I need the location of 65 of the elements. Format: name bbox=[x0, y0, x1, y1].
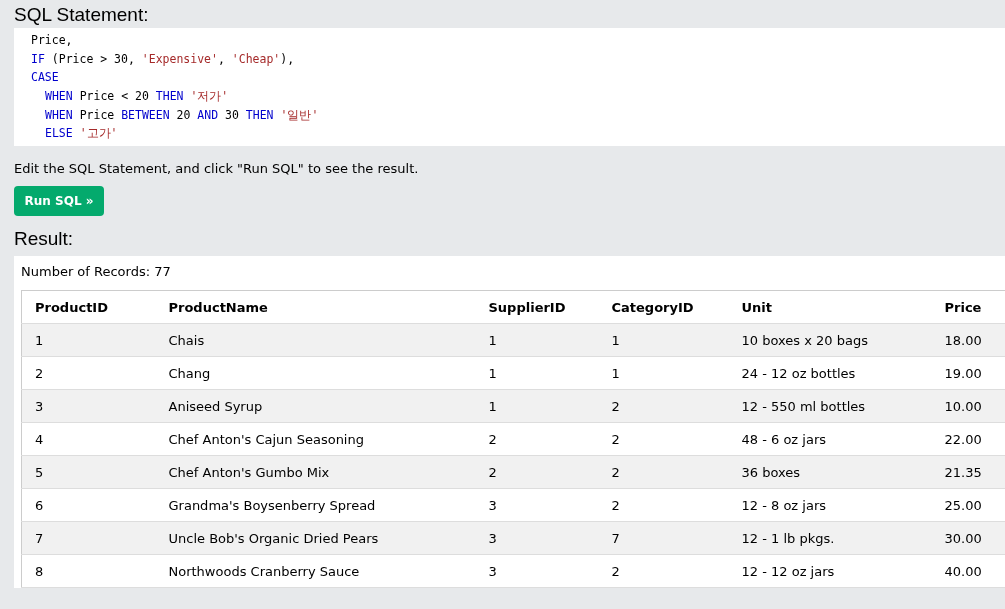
table-cell: 6 bbox=[21, 488, 156, 522]
sql-editor[interactable]: Price, IF (Price > 30, 'Expensive', 'Cheap'), CASE WHEN Price < 20 THEN '저가' WHEN Price BETWEEN 20 AND 30 THEN '일반' ELSE '고가' bbox=[14, 28, 1005, 147]
table-cell: 25.00 bbox=[931, 488, 1005, 522]
table-cell: Aniseed Syrup bbox=[155, 389, 476, 423]
table-cell: 1 bbox=[598, 323, 729, 357]
instruction-text: Edit the SQL Statement, and click "Run SQL" to see the result. bbox=[14, 160, 420, 179]
table-cell: 21.35 bbox=[931, 455, 1005, 489]
table-cell: 1 bbox=[475, 356, 599, 390]
table-cell: 3 bbox=[475, 521, 599, 555]
table-cell: 30.00 bbox=[931, 521, 1005, 555]
table-cell: Northwoods Cranberry Sauce bbox=[155, 554, 476, 588]
table-cell: Chang bbox=[155, 356, 476, 390]
code-line: ELSE '고가' bbox=[44, 125, 119, 143]
table-cell: 22.00 bbox=[931, 422, 1005, 456]
table-cell: 12 - 550 ml bottles bbox=[728, 389, 932, 423]
table-cell: 3 bbox=[475, 554, 599, 588]
table-cell: 12 - 1 lb pkgs. bbox=[728, 521, 932, 555]
table-cell: 7 bbox=[598, 521, 729, 555]
column-header: ProductName bbox=[155, 290, 476, 324]
table-cell: 12 - 8 oz jars bbox=[728, 488, 932, 522]
code-line: WHEN Price < 20 THEN '저가' bbox=[44, 88, 230, 106]
table-cell: 10 boxes x 20 bags bbox=[728, 323, 932, 357]
code-line: CASE bbox=[31, 69, 60, 87]
table-cell: 10.00 bbox=[931, 389, 1005, 423]
table-cell: 48 - 6 oz jars bbox=[728, 422, 932, 456]
table-cell: 36 boxes bbox=[728, 455, 932, 489]
record-count: Number of Records: 77 bbox=[21, 263, 172, 282]
table-cell: Uncle Bob's Organic Dried Pears bbox=[155, 521, 476, 555]
section-heading: SQL Statement: bbox=[14, 3, 150, 27]
table-cell: 2 bbox=[475, 455, 599, 489]
column-header: Price bbox=[931, 290, 1005, 324]
result-heading: Result: bbox=[14, 228, 75, 252]
table-cell: 4 bbox=[21, 422, 156, 456]
table-cell: 7 bbox=[21, 521, 156, 555]
table-cell: 5 bbox=[21, 455, 156, 489]
table-cell: 2 bbox=[598, 389, 729, 423]
table-cell: 18.00 bbox=[931, 323, 1005, 357]
column-header: CategoryID bbox=[598, 290, 729, 324]
table-cell: 1 bbox=[475, 389, 599, 423]
table-cell: 2 bbox=[598, 455, 729, 489]
table-cell: 12 - 12 oz jars bbox=[728, 554, 932, 588]
table-cell: 1 bbox=[475, 323, 599, 357]
table-cell: 2 bbox=[475, 422, 599, 456]
table-cell: 19.00 bbox=[931, 356, 1005, 390]
table-cell: 8 bbox=[21, 554, 156, 588]
table-cell: 2 bbox=[598, 488, 729, 522]
table-cell: 2 bbox=[598, 422, 729, 456]
column-header: ProductID bbox=[21, 290, 156, 324]
code-line: WHEN Price BETWEEN 20 AND 30 THEN '일반' bbox=[44, 106, 320, 124]
table-cell: Chef Anton's Gumbo Mix bbox=[155, 455, 476, 489]
table-cell: Chais bbox=[155, 323, 476, 357]
table-cell: 1 bbox=[598, 356, 729, 390]
table-cell: 40.00 bbox=[931, 554, 1005, 588]
table-cell: 3 bbox=[21, 389, 156, 423]
table-cell: 1 bbox=[21, 323, 156, 357]
table-cell: 3 bbox=[475, 488, 599, 522]
code-line: Price, bbox=[31, 32, 74, 49]
column-header: SupplierID bbox=[475, 290, 599, 324]
table-cell: 2 bbox=[598, 554, 729, 588]
code-line: IF (Price > 30, 'Expensive', 'Cheap'), bbox=[31, 50, 296, 68]
table-cell: 2 bbox=[21, 356, 156, 390]
table-cell: 24 - 12 oz bottles bbox=[728, 356, 932, 390]
table-cell: Grandma's Boysenberry Spread bbox=[155, 488, 476, 522]
table-cell: Chef Anton's Cajun Seasoning bbox=[155, 422, 476, 456]
column-header: Unit bbox=[728, 290, 932, 324]
